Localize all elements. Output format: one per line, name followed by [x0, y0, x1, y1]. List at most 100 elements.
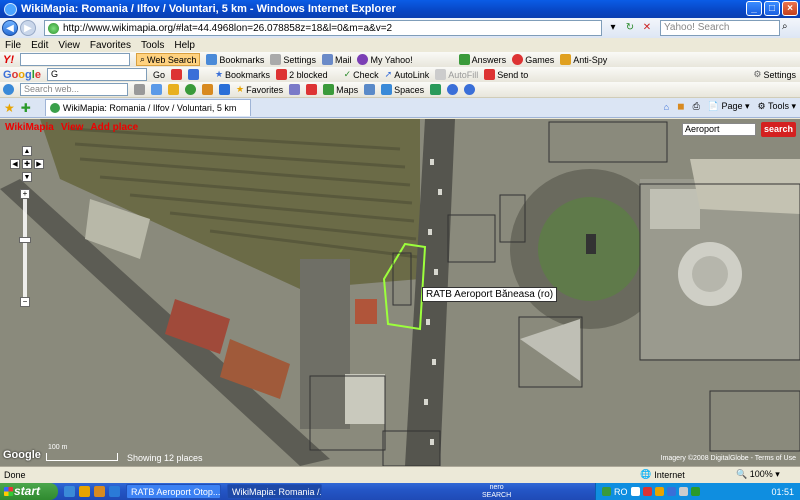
my-yahoo-button[interactable]: My Yahoo!	[357, 54, 413, 65]
browser-search-input[interactable]: Yahoo! Search	[660, 20, 780, 36]
stop-icon[interactable]: ✕	[640, 21, 654, 35]
satellite-map[interactable]: WikiMapia View Add place Aeroport search…	[0, 119, 800, 466]
pan-down-icon[interactable]: ▼	[22, 172, 32, 182]
explorer-quick-icon[interactable]	[79, 486, 90, 497]
pan-right-icon[interactable]: ▶	[34, 159, 44, 169]
rss-icon[interactable]	[202, 84, 213, 95]
send-to-button[interactable]: Send to	[484, 69, 528, 80]
google-bookmarks-button[interactable]: ★ Bookmarks	[215, 69, 270, 80]
map-search-button[interactable]: search	[761, 122, 796, 137]
zoom-level[interactable]: 🔍 100% ▾	[736, 469, 780, 480]
google-go-button[interactable]: Go	[153, 70, 165, 80]
google-settings-button[interactable]: ⚙ Settings	[753, 69, 796, 80]
menu-favorites[interactable]: Favorites	[90, 40, 131, 51]
wikimapia-brand[interactable]: WikiMapia	[5, 122, 54, 133]
pan-left-icon[interactable]: ◀	[10, 159, 20, 169]
favorites-star-icon: ★	[236, 84, 245, 94]
mail-live-icon[interactable]	[364, 84, 376, 95]
info-icon[interactable]	[464, 84, 476, 95]
tray-network-icon[interactable]	[630, 487, 640, 496]
blog-icon[interactable]	[306, 84, 318, 95]
zoom-slider-handle[interactable]	[19, 237, 31, 243]
help-icon[interactable]	[447, 84, 459, 95]
yahoo-bookmarks-button[interactable]: Bookmarks	[206, 54, 264, 65]
answers-button[interactable]: Answers	[458, 54, 506, 65]
spaces-button[interactable]: Spaces	[381, 84, 424, 95]
google-map-logo[interactable]: Google	[3, 449, 41, 461]
search-icon[interactable]: ⌕	[782, 21, 796, 35]
refresh-icon[interactable]: ↻	[623, 21, 637, 35]
start-button[interactable]: start	[0, 483, 58, 500]
language-indicator[interactable]: RO	[614, 487, 628, 497]
desktop-quick-icon[interactable]	[109, 486, 120, 497]
pan-center-icon[interactable]: ✚	[22, 159, 32, 169]
favorites-center-icon[interactable]: ★	[4, 101, 15, 115]
pan-up-icon[interactable]: ▲	[22, 146, 32, 156]
menu-file[interactable]: File	[5, 40, 21, 51]
favorites-button[interactable]: ★ Favorites	[236, 84, 283, 95]
tray-messenger-icon[interactable]	[690, 487, 700, 496]
web-search-button[interactable]: ⌕ Web Search	[136, 53, 201, 66]
autofill-button[interactable]: AutoFill	[435, 69, 478, 80]
google-icon[interactable]	[187, 69, 199, 80]
zoom-out-button[interactable]: −	[20, 297, 30, 307]
messenger-icon[interactable]	[430, 84, 442, 95]
view-link[interactable]: View	[61, 122, 84, 133]
zoom-in-button[interactable]: +	[20, 189, 30, 199]
google-toolbar: Google G Go ★ Bookmarks 2 blocked ✓ Check …	[0, 67, 800, 83]
tray-app-icon[interactable]	[602, 487, 611, 496]
imagery-copyright[interactable]: Imagery ©2008 DigitalGlobe - Terms of Us…	[661, 455, 796, 462]
web-search-input[interactable]: Search web...	[20, 83, 128, 96]
back-button[interactable]: ◀	[2, 20, 18, 36]
menu-edit[interactable]: Edit	[31, 40, 48, 51]
page-menu[interactable]: 📄 Page ▾	[708, 101, 750, 112]
add-place-link[interactable]: Add place	[90, 122, 138, 133]
mail-button[interactable]: Mail	[321, 54, 351, 65]
yahoo-settings-button[interactable]: Settings	[270, 54, 316, 65]
taskbar-item-ratb[interactable]: RATB Aeroport Otop...	[126, 484, 221, 499]
dropdown-icon[interactable]: ▾	[606, 21, 620, 35]
tray-bluetooth-icon[interactable]	[666, 487, 676, 496]
menu-tools[interactable]: Tools	[141, 40, 164, 51]
gmail-icon[interactable]	[170, 69, 182, 80]
highlight-icon[interactable]	[151, 84, 162, 95]
check-button[interactable]: ✓ Check	[344, 69, 379, 80]
tray-security-icon[interactable]	[642, 487, 652, 496]
map-search-input[interactable]: Aeroport	[682, 123, 756, 136]
autolink-button[interactable]: ➚ AutoLink	[385, 69, 430, 80]
home-icon[interactable]: ⌂	[664, 102, 669, 112]
maximize-button[interactable]: □	[764, 1, 780, 16]
ie-icon	[4, 2, 17, 16]
menu-view[interactable]: View	[58, 40, 80, 51]
games-button[interactable]: Games	[512, 54, 554, 65]
pencil-icon[interactable]	[168, 84, 179, 95]
tab-wikimapia[interactable]: WikiMapia: Romania / Ilfov / Voluntari, …	[44, 99, 251, 116]
google-logo[interactable]: Google	[3, 69, 41, 81]
anti-spy-button[interactable]: Anti-Spy	[560, 54, 607, 65]
tray-update-icon[interactable]	[654, 487, 664, 496]
maps-button[interactable]: Maps	[323, 84, 358, 95]
print-icon[interactable]: ⎙	[693, 101, 700, 112]
plus-icon[interactable]	[185, 84, 196, 95]
url-field[interactable]: http://www.wikimapia.org/#lat=44.4968lon…	[44, 20, 602, 36]
close-button[interactable]: ×	[782, 1, 798, 16]
yahoo-search-input[interactable]	[20, 53, 130, 66]
add-favorite-icon[interactable]: ✚	[21, 101, 31, 115]
zoom-slider-track[interactable]	[23, 199, 27, 297]
ie-quick-icon[interactable]	[64, 486, 75, 497]
nero-search[interactable]: nero SEARCH	[482, 484, 511, 500]
tray-volume-icon[interactable]	[678, 487, 688, 496]
google-search-input[interactable]: G	[46, 68, 147, 81]
firefox-quick-icon[interactable]	[94, 486, 105, 497]
msn-icon[interactable]	[219, 84, 230, 95]
popup-blocked-button[interactable]: 2 blocked	[276, 69, 328, 80]
taskbar-item-wikimapia[interactable]: WikiMapia: Romania /...	[227, 484, 322, 499]
feeds-icon[interactable]: ◼	[677, 101, 684, 112]
tools-menu[interactable]: ⚙ Tools ▾	[758, 101, 796, 112]
minimize-button[interactable]: _	[746, 1, 762, 16]
search-options-icon[interactable]	[134, 84, 145, 95]
forward-button[interactable]: ▶	[20, 20, 36, 36]
edit-icon[interactable]	[289, 84, 301, 95]
menu-help[interactable]: Help	[174, 40, 195, 51]
yahoo-logo[interactable]: Y!	[3, 54, 14, 66]
